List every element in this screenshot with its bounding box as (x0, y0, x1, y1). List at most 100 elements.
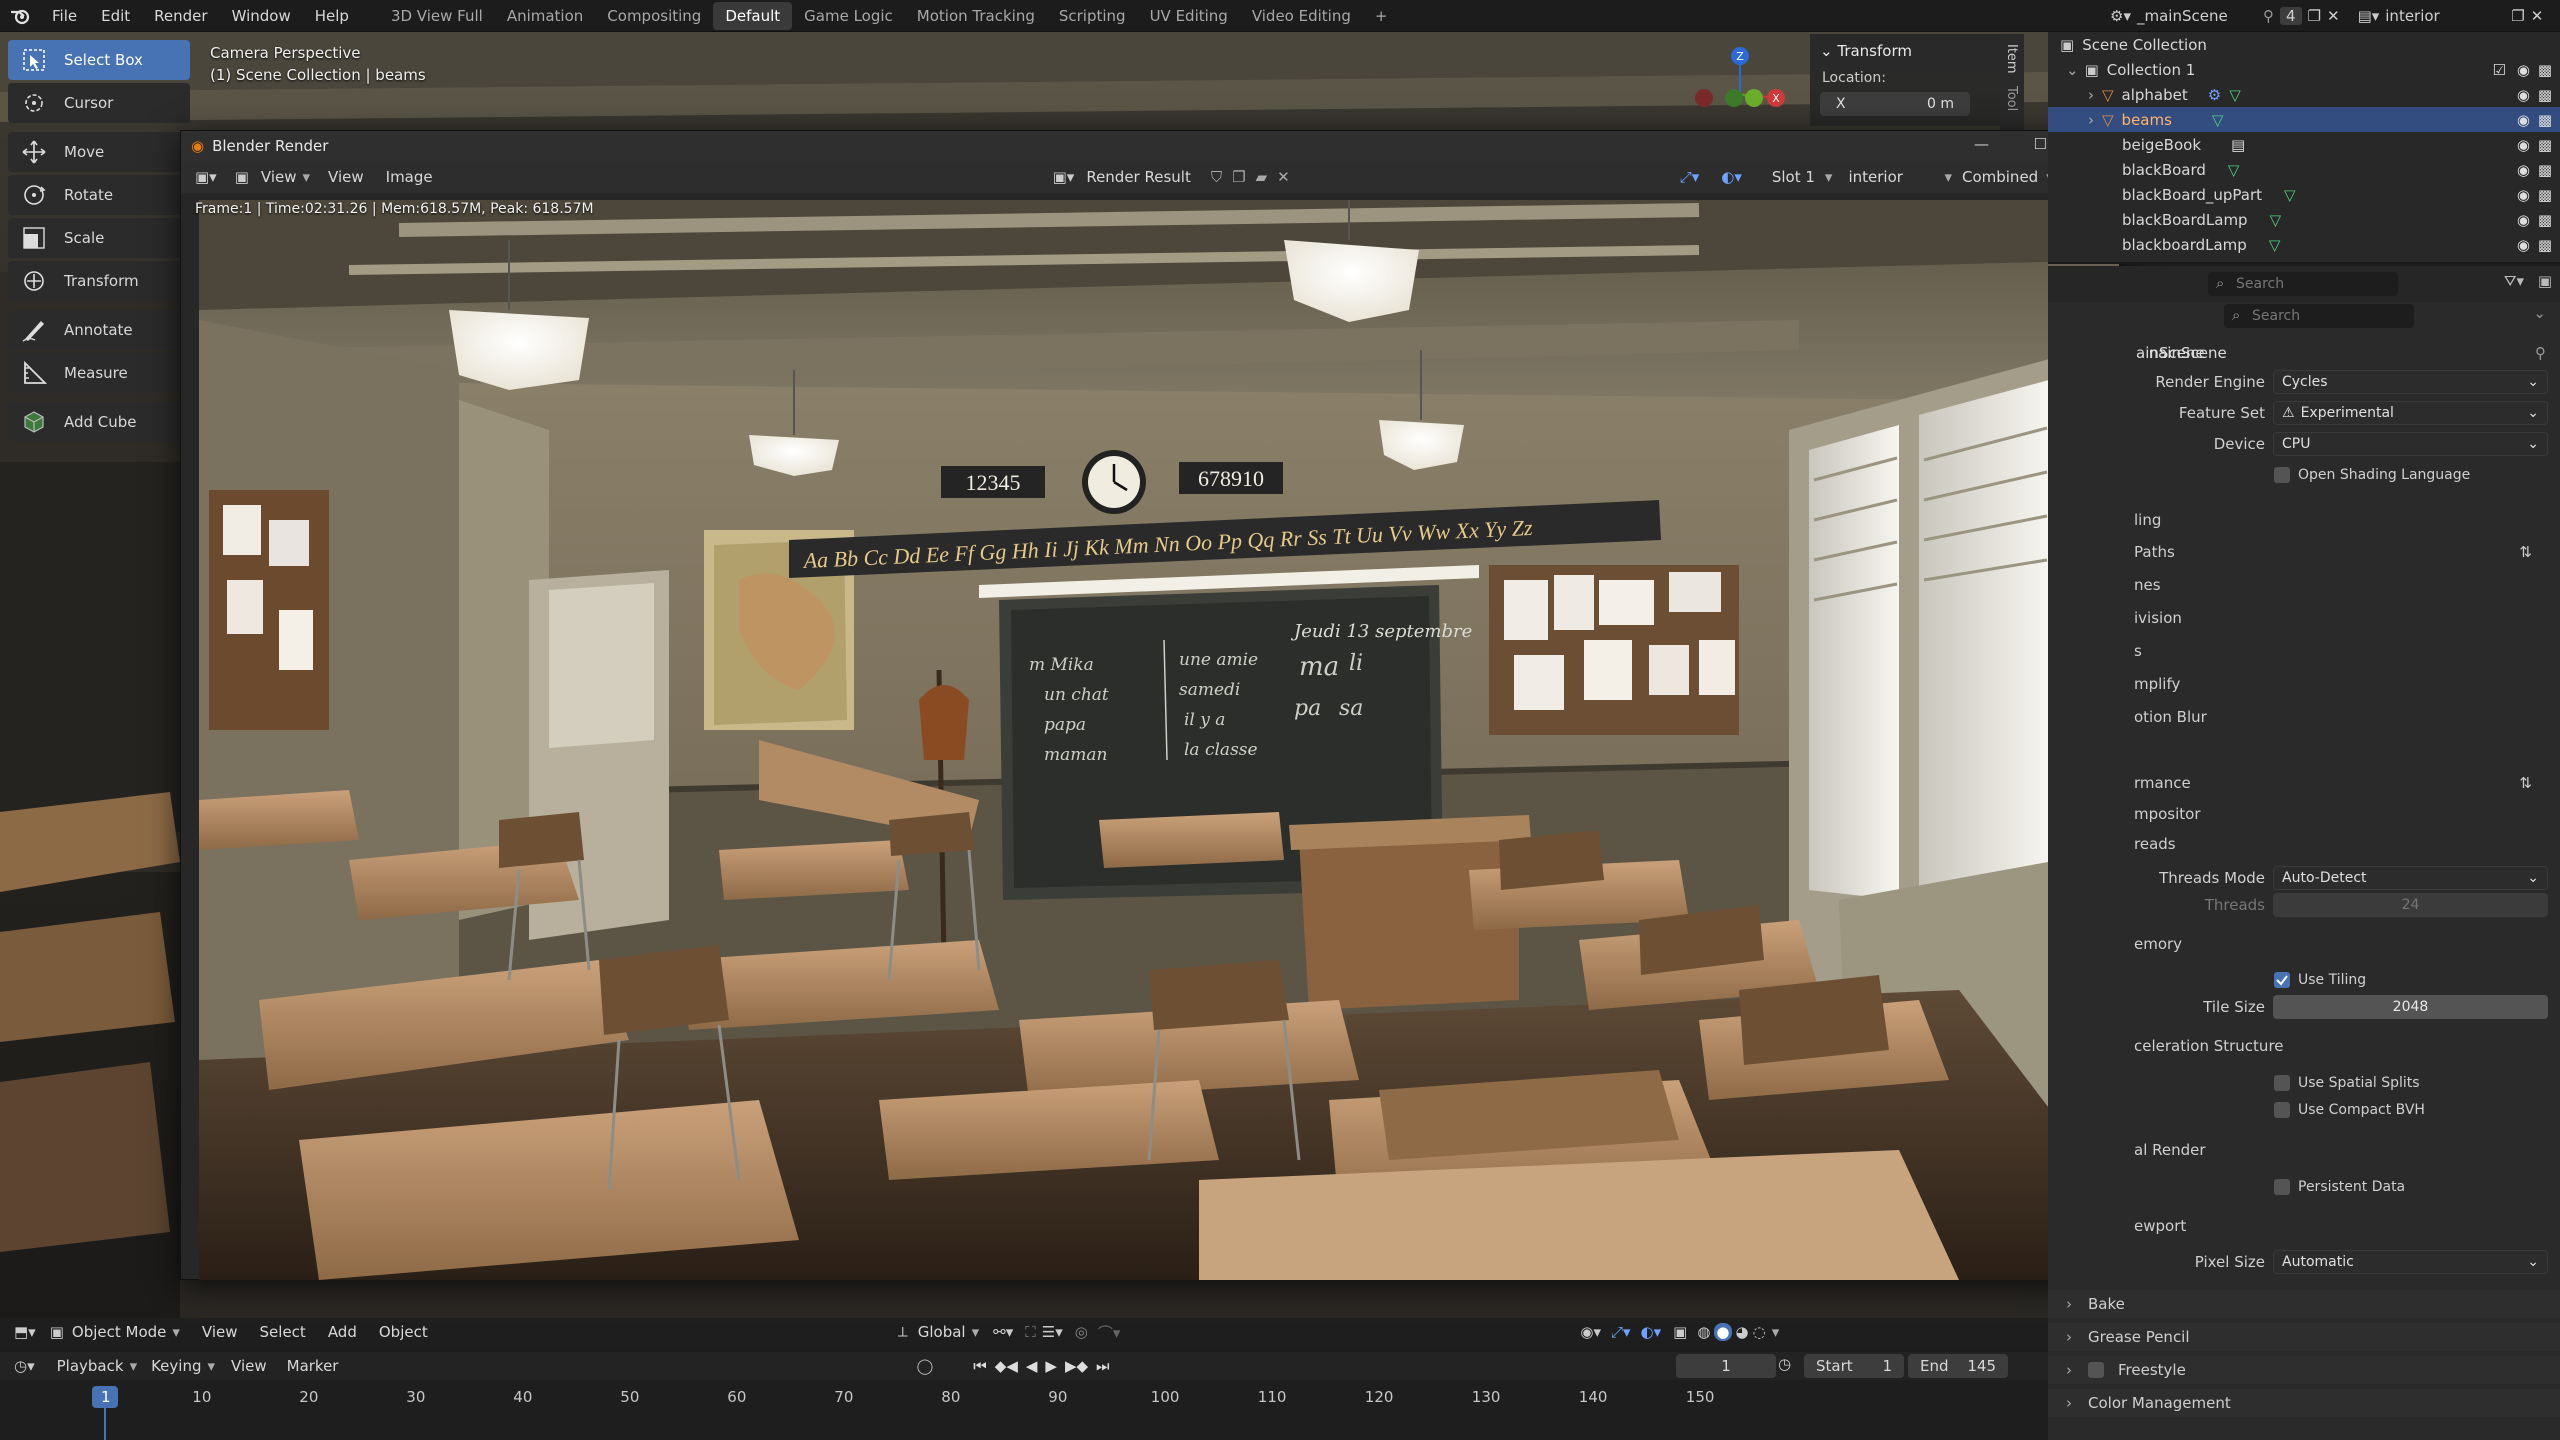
use-tiling-checkbox[interactable] (2274, 972, 2290, 988)
threads-field[interactable]: 24 (2273, 893, 2548, 917)
render-result-name[interactable]: Render Result (1086, 168, 1191, 186)
tool-annotate[interactable]: Annotate (8, 310, 190, 350)
current-frame-field[interactable]: 1 (1676, 1354, 1776, 1378)
open-image-icon[interactable]: ▰ (1256, 168, 1268, 186)
eye-icon[interactable]: ◉ (2517, 236, 2530, 254)
shading-options-icon[interactable]: ▾ (1772, 1323, 1780, 1341)
tab-item[interactable]: Item (2000, 34, 2023, 84)
camera-icon[interactable]: ▩ (2538, 211, 2552, 229)
section-compositor[interactable]: mpositor (2048, 800, 2560, 828)
section-volumes[interactable]: nes (2048, 571, 2560, 599)
section-simplify[interactable]: mplify (2048, 670, 2560, 698)
view-layer-name[interactable]: interior (2385, 7, 2505, 25)
tool-select-box[interactable]: Select Box (8, 40, 190, 80)
editor-type-icon[interactable]: ⬒▾ (14, 1323, 36, 1341)
menu-object[interactable]: Object (379, 1323, 428, 1341)
new-image-icon[interactable]: ❐ (1232, 168, 1245, 186)
menu-edit[interactable]: Edit (89, 0, 142, 32)
tab-default[interactable]: Default (713, 1, 793, 30)
tab-game-logic[interactable]: Game Logic (792, 2, 905, 30)
scene-selector[interactable]: ⚙▾ _mainScene ⚲ 4 ❐ ✕ ▤▾ interior ❐ ✕ (2110, 3, 2543, 29)
jump-keyframe-forward-icon[interactable]: ▶◆ (1065, 1357, 1088, 1375)
camera-icon[interactable]: ▩ (2538, 86, 2552, 104)
section-memory[interactable]: emory (2048, 930, 2560, 958)
pass-select[interactable]: Combined (1962, 168, 2038, 186)
pivot-icon[interactable]: ⚯▾ (993, 1323, 1013, 1341)
transform-panel-header[interactable]: ⌄ Transform (1810, 34, 2000, 68)
camera-icon[interactable]: ▩ (2538, 161, 2552, 179)
section-acceleration-structure[interactable]: celeration Structure (2048, 1032, 2560, 1060)
render-result-image[interactable]: 12345 678910 Aa Bb Cc Dd Ee Ff Gg Hh Ii … (199, 200, 2119, 1280)
outliner-item-beams[interactable]: › ▽ beams ▽ ◉ ▩ (2048, 107, 2560, 132)
menu-render[interactable]: Render (142, 0, 219, 32)
panel-freestyle[interactable]: › Freestyle (2048, 1356, 2560, 1384)
threads-mode-dropdown[interactable]: Auto-Detect ⌄ (2273, 866, 2548, 890)
remove-scene-icon[interactable]: ✕ (2327, 7, 2340, 25)
eye-icon[interactable]: ◉ (2517, 61, 2530, 79)
tab-compositing[interactable]: Compositing (595, 2, 713, 30)
auto-key-icon[interactable]: ◯ (916, 1357, 933, 1375)
persistent-data-checkbox[interactable] (2274, 1179, 2290, 1195)
tab-uv-editing[interactable]: UV Editing (1138, 2, 1240, 30)
section-performance[interactable]: rmance ⇅ (2048, 769, 2560, 797)
camera-icon[interactable]: ▩ (2538, 236, 2552, 254)
play-icon[interactable]: ▶ (1045, 1357, 1057, 1375)
tool-cursor[interactable]: Cursor (8, 83, 190, 123)
object-mode-dropdown[interactable]: Object Mode (72, 1323, 167, 1341)
eye-icon[interactable]: ◉ (2517, 186, 2530, 204)
render-window-titlebar[interactable]: ◉ Blender Render — ☐ ✕ (181, 131, 2119, 161)
panel-grease-pencil[interactable]: › Grease Pencil (2048, 1323, 2560, 1351)
play-reverse-icon[interactable]: ◀ (1026, 1357, 1038, 1375)
section-threads[interactable]: reads (2048, 830, 2560, 858)
section-light-paths[interactable]: Paths ⇅ (2048, 538, 2560, 566)
section-hair[interactable]: s (2048, 637, 2560, 665)
location-x-field[interactable]: X 0 m (1820, 92, 1970, 116)
camera-icon[interactable]: ▩ (2538, 186, 2552, 204)
image-browse-icon[interactable]: ▣▾ (1053, 168, 1075, 186)
menu-help[interactable]: Help (303, 0, 361, 32)
layer-select[interactable]: interior (1848, 168, 1938, 186)
gizmo-icon[interactable]: ⤢▾ (1611, 1323, 1631, 1341)
snap-icon[interactable]: ⛶ (1025, 1323, 1036, 1341)
shading-solid-icon[interactable]: ● (1714, 1323, 1732, 1341)
section-subdivision[interactable]: ivision (2048, 604, 2560, 632)
eye-icon[interactable]: ◉ (2517, 86, 2530, 104)
menu-select[interactable]: Select (260, 1323, 306, 1341)
tool-add-cube[interactable]: Add Cube (8, 402, 190, 442)
fake-user-icon[interactable]: ⛉ (1211, 168, 1222, 186)
feature-set-dropdown[interactable]: ⚠ Experimental ⌄ (2273, 401, 2548, 425)
outliner-item-blackboard-uppart[interactable]: blackBoard_upPart ▽ ◉ ▩ (2048, 182, 2560, 207)
menu-view[interactable]: View (261, 168, 297, 186)
menu-file[interactable]: File (40, 0, 89, 32)
freestyle-checkbox[interactable] (2088, 1362, 2104, 1378)
outliner-item-alphabet[interactable]: › ▽ alphabet ⚙ ▽ ◉ ▩ (2048, 82, 2560, 107)
pin-icon[interactable]: ⚲ (2263, 7, 2274, 25)
eye-icon[interactable]: ◉ (2517, 161, 2530, 179)
blender-logo-icon[interactable] (0, 7, 40, 25)
panel-color-management[interactable]: › Color Management (2048, 1389, 2560, 1417)
display-channels-icon[interactable]: ◐▾ (1721, 168, 1742, 186)
menu-view[interactable]: View (231, 1357, 267, 1375)
section-sampling[interactable]: ling (2048, 506, 2560, 534)
section-motion-blur[interactable]: otion Blur (2048, 703, 2560, 731)
snap-target-icon[interactable]: ☰▾ (1042, 1323, 1063, 1341)
shading-material-icon[interactable]: ◕ (1736, 1323, 1749, 1341)
start-frame-field[interactable]: Start 1 (1804, 1354, 1904, 1378)
outliner-item-blackboardlamp[interactable]: blackBoardLamp ▽ ◉ ▩ (2048, 207, 2560, 232)
eye-icon[interactable]: ◉ (2517, 111, 2530, 129)
section-viewport[interactable]: ewport (2048, 1212, 2560, 1240)
menu-marker[interactable]: Marker (287, 1357, 339, 1375)
outliner-item-blackboard[interactable]: blackBoard ▽ ◉ ▩ (2048, 157, 2560, 182)
slot-select[interactable]: Slot 1 (1772, 168, 1815, 186)
sample-tool-icon[interactable]: ⤢▾ (1680, 168, 1700, 186)
tool-move[interactable]: Move (8, 132, 190, 172)
section-final-render[interactable]: al Render (2048, 1136, 2560, 1164)
orientation-dropdown[interactable]: Global (918, 1323, 966, 1341)
tab-video-editing[interactable]: Video Editing (1240, 2, 1363, 30)
compact-bvh-checkbox[interactable] (2274, 1102, 2290, 1118)
clock-editor-icon[interactable]: ◷▾ (14, 1357, 35, 1375)
view-toggle-icon[interactable]: ▣ (235, 168, 249, 186)
menu-view[interactable]: View (202, 1323, 238, 1341)
tool-measure[interactable]: Measure (8, 353, 190, 393)
pixel-size-dropdown[interactable]: Automatic ⌄ (2273, 1250, 2548, 1274)
